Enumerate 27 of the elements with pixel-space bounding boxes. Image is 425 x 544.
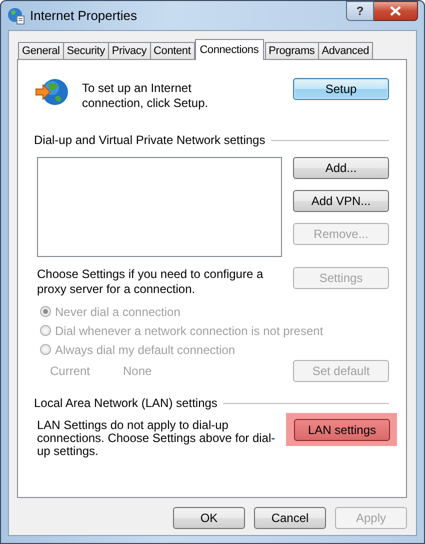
- dialup-button[interactable]: Add VPN...: [293, 190, 389, 212]
- help-button[interactable]: ?: [346, 1, 374, 21]
- tab[interactable]: Connections: [194, 39, 264, 60]
- tab[interactable]: Advanced: [318, 42, 374, 59]
- connection-list[interactable]: [37, 157, 282, 257]
- tab[interactable]: Privacy: [108, 42, 151, 59]
- setup-instruction: To set up an Internet connection, click Setup.: [82, 81, 210, 111]
- tab[interactable]: Content: [150, 42, 195, 59]
- current-label: Current: [50, 364, 90, 378]
- setup-button[interactable]: Setup: [293, 78, 389, 100]
- proxy-instruction: Choose Settings if you need to configure a proxy server for a connection.: [37, 267, 264, 297]
- tab[interactable]: Security: [62, 42, 109, 59]
- tab[interactable]: Programs: [264, 42, 319, 59]
- current-value: None: [123, 364, 152, 378]
- dialog-button[interactable]: Cancel: [254, 507, 326, 529]
- globe-icon: [7, 6, 25, 24]
- tab[interactable]: General: [18, 42, 64, 59]
- close-icon: [390, 6, 401, 16]
- close-button[interactable]: [374, 1, 418, 21]
- window-title: Internet Properties: [30, 8, 138, 23]
- dialog-button[interactable]: OK: [173, 507, 245, 529]
- globe-icon: [34, 78, 70, 108]
- lan-instruction: LAN Settings do not apply to dial-up connections. Choose Settings above for dial-up settings.: [37, 419, 276, 458]
- lan-settings-button[interactable]: LAN settings: [294, 419, 390, 441]
- dialup-button[interactable]: Add...: [293, 157, 389, 179]
- section-heading: Local Area Network (LAN) settings: [34, 396, 218, 410]
- section-heading: Dial-up and Virtual Private Network settings: [34, 133, 266, 147]
